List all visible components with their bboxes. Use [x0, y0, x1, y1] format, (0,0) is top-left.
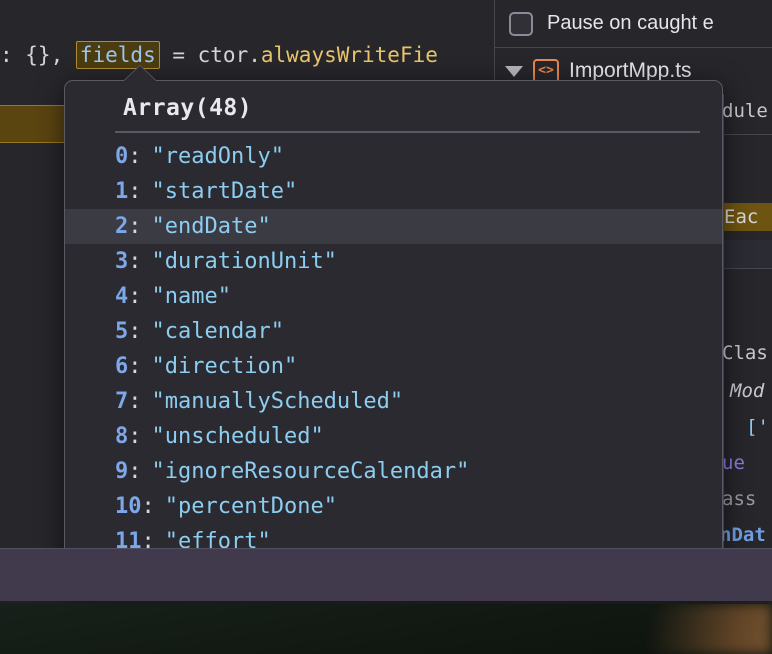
list-item[interactable]: 9: "ignoreResourceCalendar" — [65, 454, 722, 489]
pause-on-caught-exceptions-label: Pause on caught e — [547, 12, 714, 34]
fragment-dule: dule — [722, 100, 768, 122]
code-token-method: alwaysWriteFie — [260, 43, 438, 67]
popup-entry-list[interactable]: 0: "readOnly" 1: "startDate" 2: "endDate" 3… — [65, 133, 722, 587]
entry-value: "name" — [151, 284, 231, 309]
ide-window: : {}, fields = ctor.alwaysWriteFie Pause… — [0, 0, 772, 601]
entry-index: 2 — [115, 214, 129, 239]
entry-colon: : — [128, 459, 142, 484]
fragment-class: Clas — [722, 342, 768, 364]
fragment-class-word: ass — [722, 488, 757, 510]
popup-pointer-arrow — [124, 66, 156, 81]
list-item[interactable]: 10: "percentDone" — [65, 489, 722, 524]
list-item-selected[interactable]: 2: "endDate" — [65, 209, 722, 244]
entry-colon: : — [128, 214, 142, 239]
fragment-identifier: nDat — [720, 524, 766, 546]
entry-colon: : — [128, 319, 142, 344]
entry-index: 1 — [115, 179, 129, 204]
list-item[interactable]: 1: "startDate" — [65, 174, 722, 209]
entry-colon: : — [128, 284, 142, 309]
entry-colon: : — [128, 249, 142, 274]
entry-value: "readOnly" — [151, 144, 284, 169]
panel-separator-1 — [723, 134, 772, 135]
chevron-down-icon[interactable] — [505, 65, 523, 77]
entry-colon: : — [128, 179, 142, 204]
code-token-prefix: : {}, — [0, 43, 76, 67]
code-token-fields-highlighted[interactable]: fields — [75, 41, 160, 69]
screen-root: : {}, fields = ctor.alwaysWriteFie Pause… — [0, 0, 772, 654]
entry-value: "startDate" — [151, 179, 298, 204]
code-line[interactable]: : {}, fields = ctor.alwaysWriteFie — [0, 36, 494, 74]
pause-on-caught-exceptions-row[interactable]: Pause on caught e — [495, 0, 772, 48]
entry-value: "durationUnit" — [151, 249, 337, 274]
entry-index: 10 — [115, 494, 142, 519]
list-item[interactable]: 0: "readOnly" — [65, 139, 722, 174]
entry-index: 5 — [115, 319, 129, 344]
panel-separator-2 — [723, 268, 772, 269]
fragment-bracket: [' — [746, 416, 769, 438]
entry-colon: : — [128, 354, 142, 379]
entry-colon: : — [141, 494, 155, 519]
entry-value: "manuallyScheduled" — [151, 389, 404, 414]
entry-value: "percentDone" — [164, 494, 337, 519]
entry-index: 9 — [115, 459, 129, 484]
entry-index: 3 — [115, 249, 129, 274]
panel-band — [724, 240, 772, 268]
entry-index: 8 — [115, 424, 129, 449]
list-item[interactable]: 8: "unscheduled" — [65, 419, 722, 454]
entry-index: 6 — [115, 354, 129, 379]
list-item[interactable]: 6: "direction" — [65, 349, 722, 384]
entry-index: 4 — [115, 284, 129, 309]
popup-title: Array(48) — [123, 95, 253, 121]
list-item[interactable]: 4: "name" — [65, 279, 722, 314]
search-match-highlight: Eac — [722, 203, 772, 231]
entry-colon: : — [128, 144, 142, 169]
desktop-wallpaper — [0, 604, 772, 654]
code-token-assignment: = ctor. — [159, 43, 261, 67]
entry-colon: : — [128, 389, 142, 414]
list-item[interactable]: 7: "manuallyScheduled" — [65, 384, 722, 419]
object-inspector-popup[interactable]: Array(48) 0: "readOnly" 1: "startDate" 2: "… — [64, 80, 723, 588]
entry-index: 7 — [115, 389, 129, 414]
list-item[interactable]: 3: "durationUnit" — [65, 244, 722, 279]
entry-value: "calendar" — [151, 319, 284, 344]
entry-value: "ignoreResourceCalendar" — [151, 459, 470, 484]
entry-value: "endDate" — [151, 214, 271, 239]
entry-value: "unscheduled" — [151, 424, 324, 449]
fragment-model: Mod — [730, 380, 765, 402]
entry-value: "direction" — [151, 354, 298, 379]
ide-status-bar[interactable] — [0, 548, 772, 601]
entry-colon: : — [128, 424, 142, 449]
pause-on-caught-exceptions-checkbox[interactable] — [509, 11, 533, 36]
fragment-keyword-true: ue — [722, 452, 745, 474]
list-item[interactable]: 5: "calendar" — [65, 314, 722, 349]
entry-index: 0 — [115, 144, 129, 169]
